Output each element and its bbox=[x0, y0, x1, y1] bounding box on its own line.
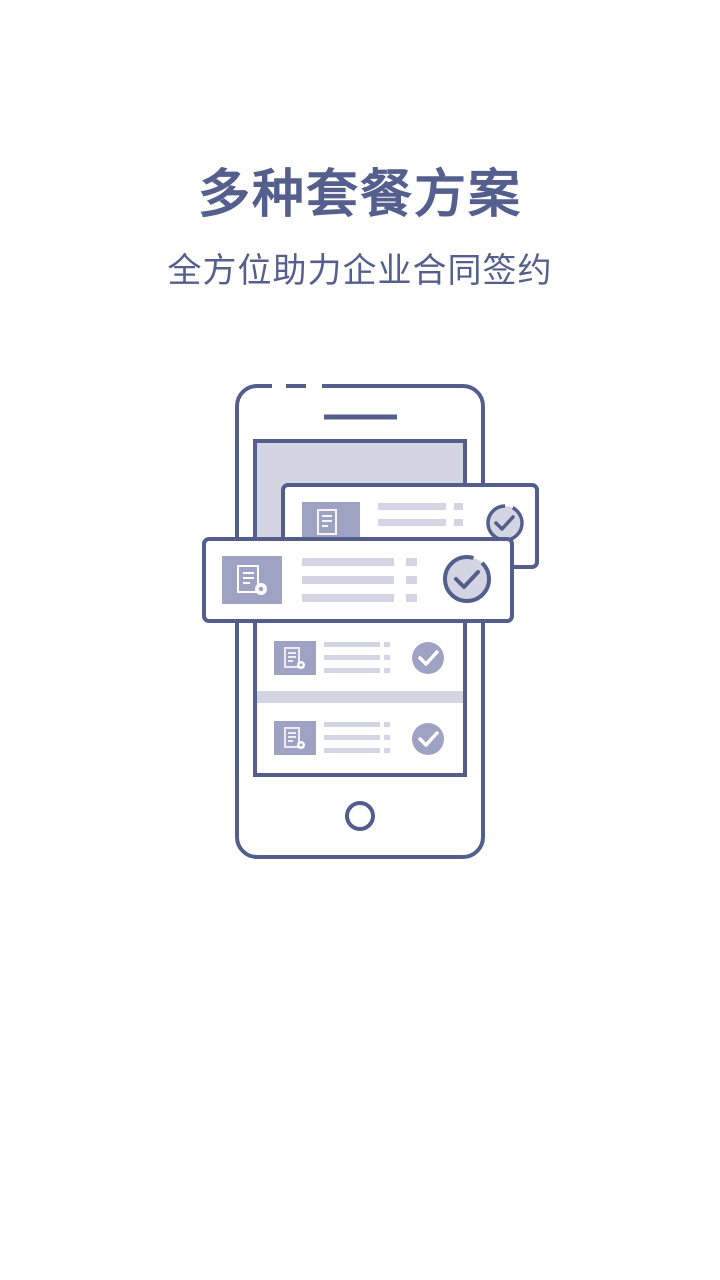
contract-card-front bbox=[202, 537, 514, 623]
phone-contract-illustration bbox=[190, 378, 550, 868]
contract-list-item bbox=[274, 641, 444, 675]
page-title: 多种套餐方案 bbox=[197, 165, 522, 225]
phone-with-contract-cards-icon bbox=[202, 380, 539, 859]
page-subtitle: 全方位助力企业合同签约 bbox=[167, 251, 553, 291]
